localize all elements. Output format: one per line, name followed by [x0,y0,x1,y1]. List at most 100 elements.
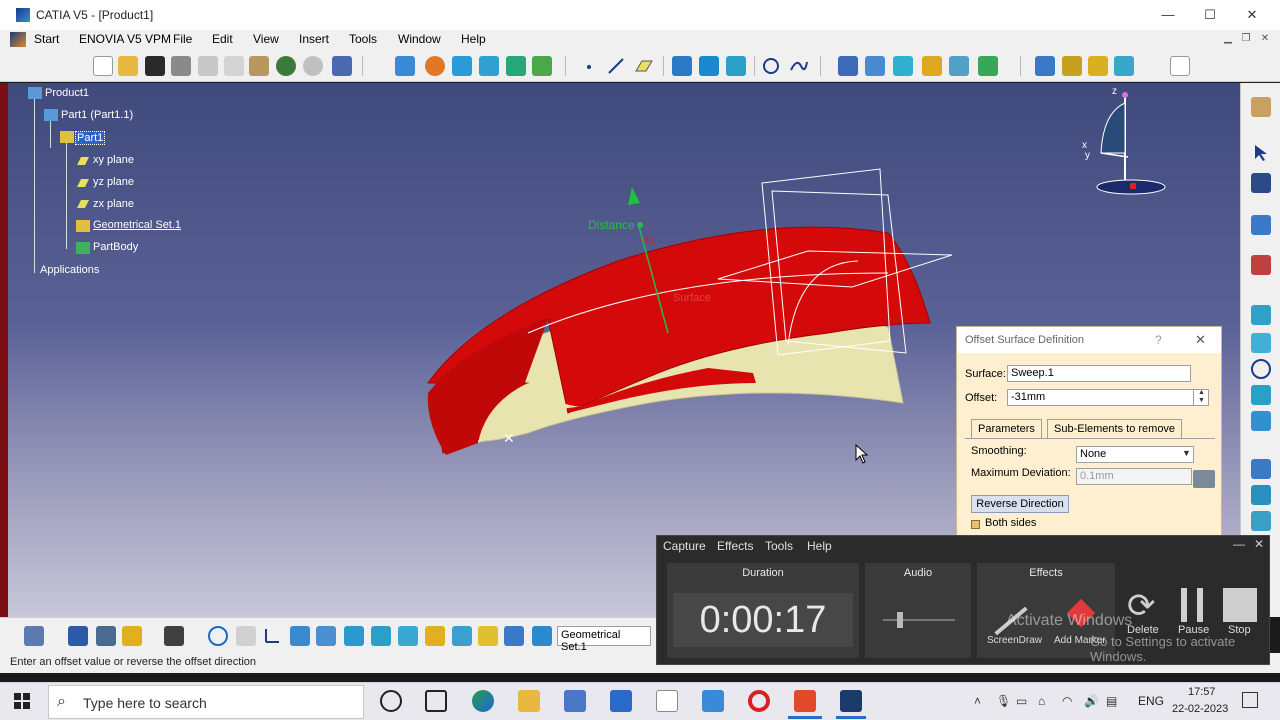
doc-minimize-button[interactable]: ▁ [1221,33,1235,45]
taskbar-search[interactable]: ⌕ Type here to search [48,685,364,719]
list-icon[interactable] [504,626,524,646]
tree-product1[interactable]: Product1 [45,87,89,99]
define-work-object-icon[interactable] [532,626,552,646]
task-view-icon[interactable] [425,690,447,712]
hide-show-icon[interactable] [68,626,88,646]
spin-icon[interactable] [425,56,445,76]
translate-icon[interactable] [978,56,998,76]
pan-icon[interactable] [1088,56,1108,76]
circle-tool-icon[interactable] [1251,359,1271,379]
join-icon[interactable] [838,56,858,76]
doc-close-button[interactable]: ✕ [1258,33,1272,45]
fit-all-icon[interactable] [1062,56,1082,76]
both-sides-checkbox[interactable] [971,520,980,529]
axis-system-icon[interactable] [262,626,282,646]
normal-view-icon[interactable] [398,626,418,646]
fill-icon[interactable] [479,56,499,76]
catia-taskbar-icon[interactable] [840,690,862,712]
tree-applications[interactable]: Applications [40,264,99,276]
pause-icon[interactable] [1181,588,1203,622]
doc-restore-button[interactable]: ❐ [1239,33,1253,45]
menu-file[interactable]: File [173,32,192,46]
print-icon[interactable] [171,56,191,76]
save-icon[interactable] [145,56,165,76]
recorder-menu-tools[interactable]: Tools [765,539,793,553]
menu-start[interactable]: Start [34,32,59,46]
spline-icon[interactable] [789,56,809,76]
rotate-icon[interactable] [1114,56,1134,76]
knowledge-icon[interactable] [1251,511,1271,531]
boundary-icon[interactable] [922,56,942,76]
mail-icon[interactable] [610,690,632,712]
smoothing-select[interactable]: None [1076,446,1194,463]
stop-icon[interactable] [1223,588,1257,622]
plane-icon[interactable] [634,56,654,76]
tree-part-instance[interactable]: Part1 (Part1.1) [61,109,133,121]
current-set-field[interactable]: Geometrical Set.1 [557,626,651,653]
split-icon[interactable] [865,56,885,76]
tree-zx-plane[interactable]: zx plane [93,198,134,210]
help-icon[interactable]: ? [1155,333,1162,347]
paste-icon[interactable] [249,56,269,76]
sweep-icon[interactable] [452,56,472,76]
surface-field[interactable]: Sweep.1 [1007,365,1191,382]
capture-icon[interactable] [164,626,184,646]
tree-toggle-icon[interactable] [24,626,44,646]
recorder-menu-capture[interactable]: Capture [663,539,706,553]
undo-icon[interactable] [276,56,296,76]
offset-icon[interactable] [699,56,719,76]
menu-enovia[interactable]: ENOVIA V5 VPM [79,32,171,46]
menu-window[interactable]: Window [398,32,441,46]
offset-spinner-icon[interactable]: ▲ ▼ [1193,389,1209,406]
chevron-down-icon[interactable]: ▼ [1182,448,1191,458]
point-icon[interactable] [580,56,600,76]
sketcher-icon[interactable] [1251,215,1271,235]
tree-part1[interactable]: Part1 [75,131,106,145]
menu-edit[interactable]: Edit [212,32,233,46]
opera-icon[interactable] [748,690,770,712]
copy-icon[interactable] [224,56,244,76]
extract-icon[interactable] [949,56,969,76]
reverse-direction-button[interactable]: Reverse Direction [971,495,1069,513]
recorder-menu-help[interactable]: Help [807,539,832,553]
workbench-icon[interactable] [1251,97,1271,117]
rotate-view-icon[interactable] [208,626,228,646]
notifications-icon[interactable] [1242,692,1258,708]
file-explorer-icon[interactable] [518,690,540,712]
deviation-options-icon[interactable] [1193,470,1215,488]
pan-hand-icon[interactable] [236,626,256,646]
microphone-icon[interactable]: 🎙 [996,694,1011,708]
tray-chevron-icon[interactable]: ˄ [974,694,981,708]
fly-mode-icon[interactable] [1035,56,1055,76]
menu-insert[interactable]: Insert [299,32,329,46]
lock-icon[interactable] [122,626,142,646]
snap-icon[interactable] [1251,173,1271,193]
wifi-icon[interactable]: ◠ [1062,694,1072,708]
line-icon[interactable] [606,56,626,76]
menu-help[interactable]: Help [461,32,486,46]
table-icon[interactable] [316,626,336,646]
annotation-icon[interactable] [1251,459,1271,479]
blend-icon[interactable] [532,56,552,76]
tree-geometrical-set[interactable]: Geometrical Set.1 [93,219,181,231]
windows-start-icon[interactable] [14,693,30,709]
notepad-icon[interactable] [656,690,678,712]
isometric-icon[interactable] [425,626,445,646]
extrude-icon[interactable] [672,56,692,76]
explode-icon[interactable] [452,626,472,646]
revolve-icon[interactable] [726,56,746,76]
measure-icon[interactable] [1170,56,1190,76]
bulb-icon[interactable] [478,626,498,646]
audio-slider-thumb[interactable] [897,612,903,628]
tab-parameters[interactable]: Parameters [971,419,1042,438]
operation-icon[interactable] [1251,333,1271,353]
law-icon[interactable] [1251,385,1271,405]
distance-value[interactable]: -31 [640,235,654,246]
tree-xy-plane[interactable]: xy plane [93,154,134,166]
recorder-minimize-button[interactable]: — [1233,537,1245,551]
app-icon[interactable] [702,690,724,712]
sketch-icon[interactable] [395,56,415,76]
new-icon[interactable] [93,56,113,76]
screendraw-button[interactable]: ScreenDraw [987,635,1042,646]
maximize-button[interactable]: ☐ [1188,4,1232,26]
